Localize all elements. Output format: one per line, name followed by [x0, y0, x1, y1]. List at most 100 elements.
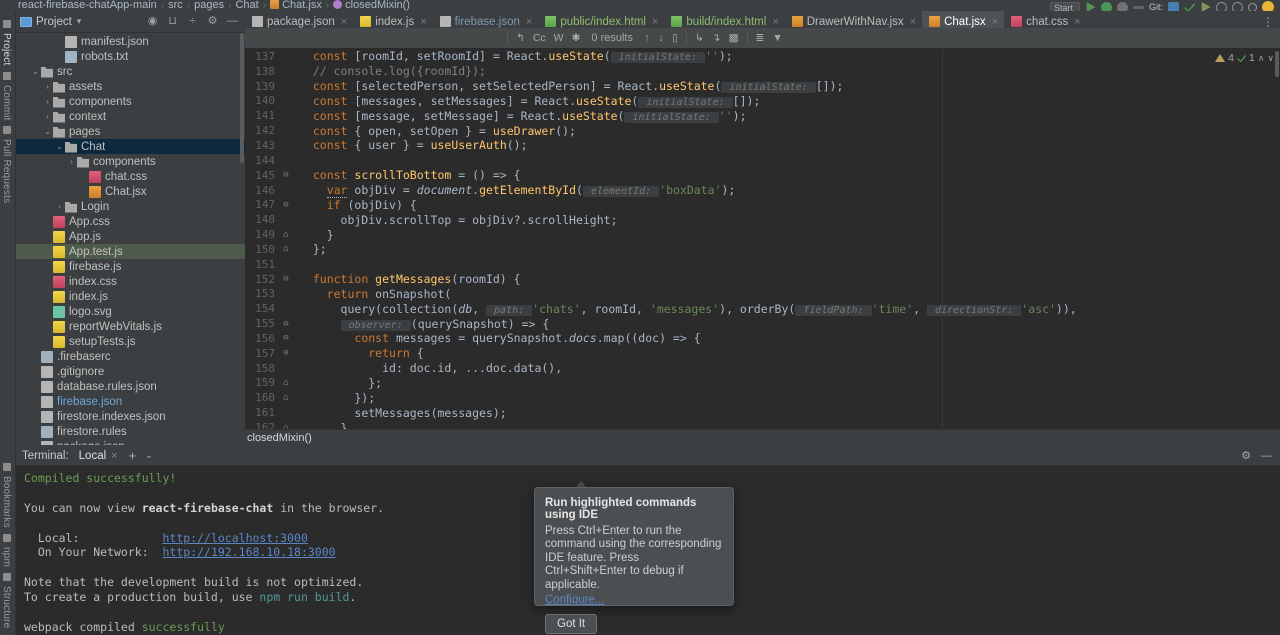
- fold-toggle-icon[interactable]: ⌂: [279, 244, 293, 254]
- code-line[interactable]: 140 const [messages, setMessages] = Reac…: [245, 94, 942, 109]
- code-line[interactable]: 141 const [message, setMessage] = React.…: [245, 108, 942, 123]
- tree-node-chat[interactable]: ⌄ Chat: [16, 139, 245, 154]
- code-line[interactable]: 161 setMessages(messages);: [245, 405, 942, 420]
- got-it-button[interactable]: Got It: [545, 614, 598, 635]
- tree-node-index-css[interactable]: index.css: [16, 274, 245, 289]
- sort-icon[interactable]: ≣: [752, 32, 769, 44]
- code-line[interactable]: 143 const { user } = useUserAuth();: [245, 138, 942, 153]
- fold-toggle-icon[interactable]: ⌂: [279, 230, 293, 240]
- tree-node-components[interactable]: › components: [16, 154, 245, 169]
- close-icon[interactable]: ×: [341, 16, 347, 28]
- collapse-all-icon[interactable]: ⊔: [167, 16, 178, 27]
- code-line[interactable]: 144: [245, 153, 942, 168]
- exclude-icon[interactable]: ↴: [708, 32, 725, 44]
- fold-toggle-icon[interactable]: ⌂: [279, 378, 293, 388]
- tree-scrollbar[interactable]: [240, 33, 244, 163]
- breadcrumb-item[interactable]: pages: [194, 0, 224, 11]
- code-line[interactable]: 139 const [selectedPerson, setSelectedPe…: [245, 79, 942, 94]
- tree-node-index-js[interactable]: index.js: [16, 289, 245, 304]
- rail-item-npm[interactable]: npm: [1, 531, 12, 570]
- twisty-icon[interactable]: ⌄: [54, 142, 65, 151]
- fold-toggle-icon[interactable]: ⊖: [279, 200, 293, 210]
- close-icon[interactable]: ×: [1074, 16, 1080, 28]
- inspection-widget[interactable]: 4 1 ∧ ∨: [1215, 52, 1274, 64]
- twisty-icon[interactable]: ›: [54, 202, 65, 211]
- chevron-down-icon[interactable]: ∨: [1267, 53, 1274, 64]
- tree-node-database-rules-json[interactable]: database.rules.json: [16, 379, 245, 394]
- tree-node-logo-svg[interactable]: logo.svg: [16, 304, 245, 319]
- project-tree[interactable]: manifest.json robots.txt ⌄ src › assets › compo…: [16, 33, 245, 445]
- code-line[interactable]: 142 const { open, setOpen } = useDrawer(…: [245, 123, 942, 138]
- select-all-icon[interactable]: ▯: [668, 32, 682, 44]
- tree-node-src[interactable]: ⌄ src: [16, 64, 245, 79]
- terminal-link[interactable]: http://localhost:3000: [162, 531, 307, 545]
- tree-node-manifest-json[interactable]: manifest.json: [16, 34, 245, 49]
- chevron-up-icon[interactable]: ∧: [1258, 53, 1265, 64]
- asterisk-icon[interactable]: ✱: [568, 32, 585, 44]
- tree-node-pages[interactable]: ⌄ pages: [16, 124, 245, 139]
- code-editor[interactable]: 137 const [roomId, setRoomId] = React.us…: [245, 49, 1280, 445]
- close-icon[interactable]: ×: [111, 450, 117, 462]
- code-line[interactable]: 138 // console.log({roomId});: [245, 64, 942, 79]
- find-previous-button[interactable]: ↑: [640, 32, 654, 44]
- expand-icon[interactable]: ÷: [187, 16, 198, 27]
- settings-gear-icon[interactable]: ⚙: [207, 16, 218, 27]
- code-line[interactable]: 150 ⌂ };: [245, 242, 942, 257]
- tree-node-setuptests-js[interactable]: setupTests.js: [16, 334, 245, 349]
- tree-node-package-json[interactable]: package.json: [16, 439, 245, 445]
- fold-toggle-icon[interactable]: ⌂: [279, 393, 293, 403]
- breadcrumb-item[interactable]: react-firebase-chatApp-main: [18, 0, 157, 11]
- tree-node-chat-jsx[interactable]: Chat.jsx: [16, 184, 245, 199]
- tree-node-firebase-json[interactable]: firebase.json: [16, 394, 245, 409]
- rail-item-project[interactable]: Project: [1, 17, 12, 69]
- terminal-link[interactable]: http://192.168.10.18:3000: [162, 545, 335, 559]
- gear-icon[interactable]: ⚙: [1241, 449, 1251, 462]
- find-next-button[interactable]: ↓: [654, 32, 668, 44]
- code-line[interactable]: 152 ⊖ function getMessages(roomId) {: [245, 272, 942, 287]
- close-icon[interactable]: ×: [910, 16, 916, 28]
- regex-icon[interactable]: ↰: [512, 32, 529, 44]
- minimize-icon[interactable]: —: [1261, 450, 1272, 462]
- chevron-down-icon[interactable]: ▾: [77, 16, 82, 27]
- close-icon[interactable]: ×: [992, 16, 998, 28]
- code-line[interactable]: 149 ⌂ }: [245, 227, 942, 242]
- rail-item-bookmarks[interactable]: Bookmarks: [1, 460, 12, 531]
- code-line[interactable]: 157 ⊖ return {: [245, 346, 942, 361]
- tree-node-firebase-js[interactable]: firebase.js: [16, 259, 245, 274]
- code-content[interactable]: 137 const [roomId, setRoomId] = React.us…: [245, 49, 1077, 445]
- search-input[interactable]: [245, 28, 503, 48]
- tree-node-gitignore[interactable]: .gitignore: [16, 364, 245, 379]
- code-line[interactable]: 147 ⊖ if (objDiv) {: [245, 197, 942, 212]
- code-line[interactable]: 151: [245, 257, 942, 272]
- close-icon[interactable]: ×: [420, 16, 426, 28]
- tree-node-assets[interactable]: › assets: [16, 79, 245, 94]
- tree-node-context[interactable]: › context: [16, 109, 245, 124]
- tree-node-login[interactable]: › Login: [16, 199, 245, 214]
- tree-node-firebaserc[interactable]: .firebaserc: [16, 349, 245, 364]
- close-icon[interactable]: ×: [526, 16, 532, 28]
- code-line[interactable]: 156 ⊖ const messages = querySnapshot.docs…: [245, 331, 942, 346]
- code-line[interactable]: 148 objDiv.scrollTop = objDiv?.scrollHei…: [245, 212, 942, 227]
- code-line[interactable]: 137 const [roomId, setRoomId] = React.us…: [245, 49, 942, 64]
- code-line[interactable]: 145 ⊖ const scrollToBottom = () => {: [245, 168, 942, 183]
- twisty-icon[interactable]: ›: [66, 157, 77, 166]
- preserve-case-icon[interactable]: ▩: [725, 32, 743, 44]
- code-line[interactable]: 158 id: doc.id, ...doc.data(),: [245, 361, 942, 376]
- hide-icon[interactable]: —: [227, 16, 238, 27]
- chevron-down-icon[interactable]: ⌄: [145, 450, 153, 461]
- tree-node-app-css[interactable]: App.css: [16, 214, 245, 229]
- terminal-tab-local[interactable]: Local ×: [79, 450, 118, 462]
- code-line[interactable]: 160 ⌂ });: [245, 390, 942, 405]
- code-line[interactable]: 154 query(collection(db, path: 'chats', …: [245, 301, 1077, 316]
- twisty-icon[interactable]: ›: [42, 82, 53, 91]
- breadcrumb-item[interactable]: Chat.jsx: [270, 0, 322, 11]
- breadcrumb-item[interactable]: closedMixin(): [333, 0, 410, 11]
- tree-node-robots-txt[interactable]: robots.txt: [16, 49, 245, 64]
- tree-node-reportwebvitals-js[interactable]: reportWebVitals.js: [16, 319, 245, 334]
- tree-node-app-js[interactable]: App.js: [16, 229, 245, 244]
- fold-toggle-icon[interactable]: ⊖: [279, 170, 293, 180]
- rail-item-pull-requests[interactable]: Pull Requests: [1, 123, 12, 206]
- close-icon[interactable]: ×: [652, 16, 658, 28]
- twisty-icon[interactable]: ›: [42, 97, 53, 106]
- code-line[interactable]: 146 var objDiv = document.getElementById…: [245, 183, 942, 199]
